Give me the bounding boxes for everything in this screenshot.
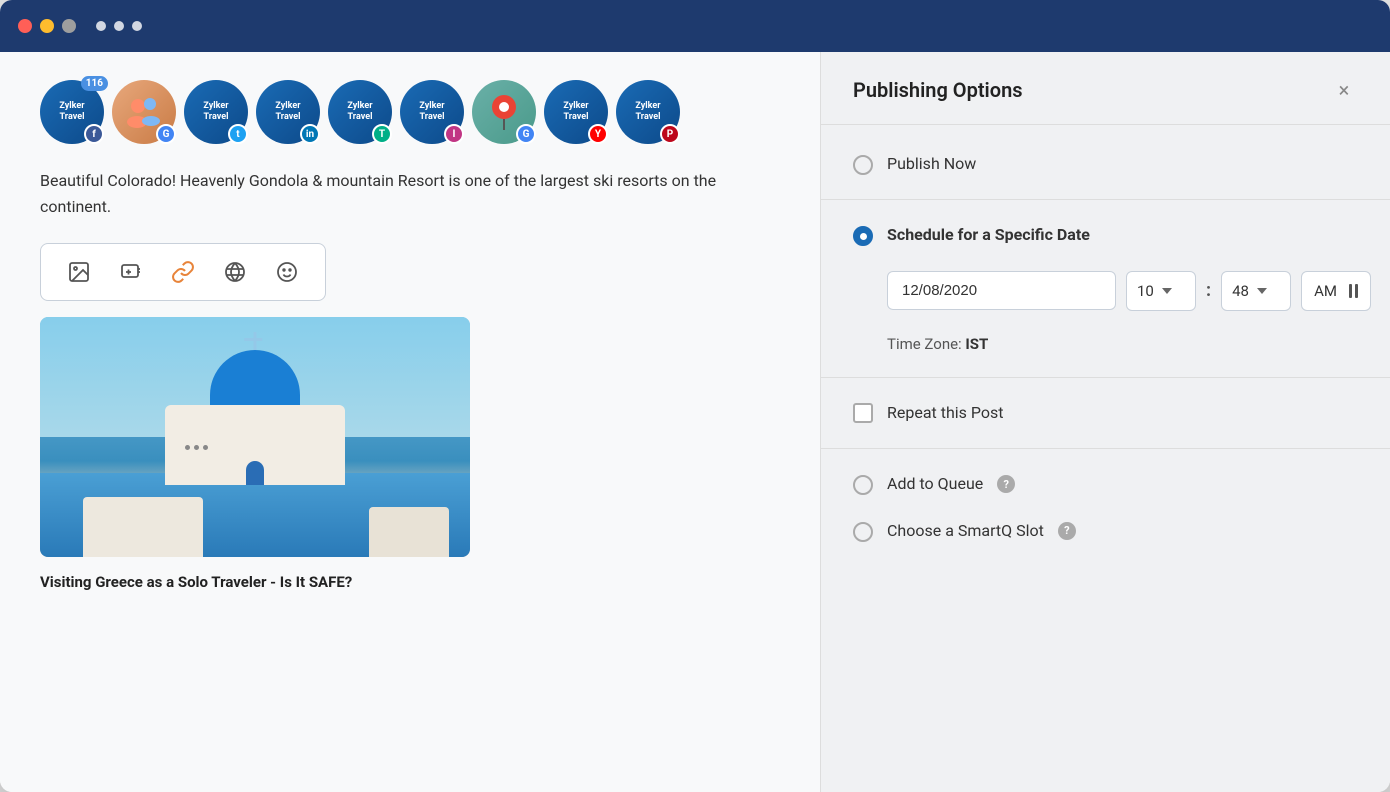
queue-help-icon[interactable]: ? — [997, 475, 1015, 493]
social-badge-linkedin: in — [300, 124, 320, 144]
post-image — [40, 317, 470, 557]
notification-badge: 116 — [81, 76, 108, 91]
timezone-row: Time Zone: IST — [887, 335, 1358, 353]
smartq-help-icon[interactable]: ? — [1058, 522, 1076, 540]
publish-now-label: Publish Now — [887, 153, 976, 175]
minute-select[interactable]: 48 — [1221, 271, 1291, 311]
left-panel: ZylkerTravel 116 f G ZylkerTrave — [0, 52, 820, 792]
fullscreen-button[interactable] — [62, 19, 76, 33]
hour-chevron — [1162, 288, 1172, 294]
social-badge-facebook: f — [84, 124, 104, 144]
divider-1 — [821, 199, 1390, 200]
right-panel: Publishing Options × Publish Now Schedul… — [820, 52, 1390, 792]
accounts-row: ZylkerTravel 116 f G ZylkerTrave — [40, 80, 780, 144]
minute-chevron — [1257, 288, 1267, 294]
pause-icon — [1349, 284, 1358, 298]
datetime-row: 10 : 48 AM — [887, 271, 1358, 311]
emoji-icon[interactable] — [273, 258, 301, 286]
close-button[interactable] — [18, 19, 32, 33]
queue-radio[interactable] — [853, 475, 873, 495]
smartq-radio[interactable] — [853, 522, 873, 542]
schedule-label: Schedule for a Specific Date — [887, 224, 1090, 246]
link-icon[interactable] — [169, 258, 197, 286]
account-avatar-twitter[interactable]: ZylkerTravel t — [184, 80, 248, 144]
queue-label: Add to Queue — [887, 473, 983, 495]
nav-dot-2 — [114, 21, 124, 31]
traffic-lights — [18, 19, 76, 33]
nav-dot-1 — [96, 21, 106, 31]
ampm-toggle[interactable]: AM — [1301, 271, 1371, 311]
image-icon[interactable] — [65, 258, 93, 286]
schedule-option[interactable]: Schedule for a Specific Date — [853, 224, 1358, 246]
hour-select[interactable]: 10 — [1126, 271, 1196, 311]
queue-option[interactable]: Add to Queue ? — [853, 473, 1358, 495]
social-badge-instagram: I — [444, 124, 464, 144]
timezone-label: Time Zone: — [887, 335, 962, 353]
account-avatar-instagram[interactable]: ZylkerTravel I — [400, 80, 464, 144]
smartq-label: Choose a SmartQ Slot — [887, 520, 1044, 542]
publish-now-option[interactable]: Publish Now — [853, 153, 1358, 175]
account-avatar-tripadvisor[interactable]: ZylkerTravel T — [328, 80, 392, 144]
social-badge-pinterest: P — [660, 124, 680, 144]
smartq-option[interactable]: Choose a SmartQ Slot ? — [853, 520, 1358, 542]
account-avatar-youtube[interactable]: ZylkerTravel Y — [544, 80, 608, 144]
add-media-icon[interactable] — [117, 258, 145, 286]
app-window: ZylkerTravel 116 f G ZylkerTrave — [0, 0, 1390, 792]
post-text: Beautiful Colorado! Heavenly Gondola & m… — [40, 168, 720, 219]
panel-body: Publish Now Schedule for a Specific Date… — [821, 125, 1390, 570]
social-badge-google: G — [516, 124, 536, 144]
repeat-checkbox[interactable] — [853, 403, 873, 423]
account-avatar-google-maps[interactable]: G — [472, 80, 536, 144]
nav-dot-3 — [132, 21, 142, 31]
panel-title: Publishing Options — [853, 78, 1023, 102]
timezone-value: IST — [965, 335, 988, 353]
account-avatar-linkedin[interactable]: ZylkerTravel in — [256, 80, 320, 144]
publish-now-radio[interactable] — [853, 155, 873, 175]
hour-value: 10 — [1137, 282, 1154, 300]
divider-3 — [821, 448, 1390, 449]
minute-value: 48 — [1232, 282, 1249, 300]
post-caption: Visiting Greece as a Solo Traveler - Is … — [40, 573, 780, 591]
content-area: ZylkerTravel 116 f G ZylkerTrave — [0, 52, 1390, 792]
map-pin-icon — [489, 94, 519, 130]
social-badge-tripadvisor: T — [372, 124, 392, 144]
divider-2 — [821, 377, 1390, 378]
repeat-label: Repeat this Post — [887, 402, 1004, 424]
title-bar — [0, 0, 1390, 52]
social-badge-people: G — [156, 124, 176, 144]
social-badge-youtube: Y — [588, 124, 608, 144]
account-avatar-gmb[interactable]: G — [112, 80, 176, 144]
google-icon[interactable] — [221, 258, 249, 286]
ampm-value: AM — [1314, 282, 1337, 300]
date-input[interactable] — [887, 271, 1116, 310]
minimize-button[interactable] — [40, 19, 54, 33]
people-icon — [126, 94, 162, 130]
editor-toolbar — [40, 243, 326, 301]
time-colon: : — [1206, 280, 1211, 301]
close-button[interactable]: × — [1330, 76, 1358, 104]
repeat-option[interactable]: Repeat this Post — [853, 402, 1358, 424]
social-badge-twitter: t — [228, 124, 248, 144]
schedule-radio[interactable] — [853, 226, 873, 246]
panel-header: Publishing Options × — [821, 52, 1390, 125]
account-avatar-facebook[interactable]: ZylkerTravel 116 f — [40, 80, 104, 144]
account-avatar-pinterest[interactable]: ZylkerTravel P — [616, 80, 680, 144]
nav-dots — [96, 21, 142, 31]
